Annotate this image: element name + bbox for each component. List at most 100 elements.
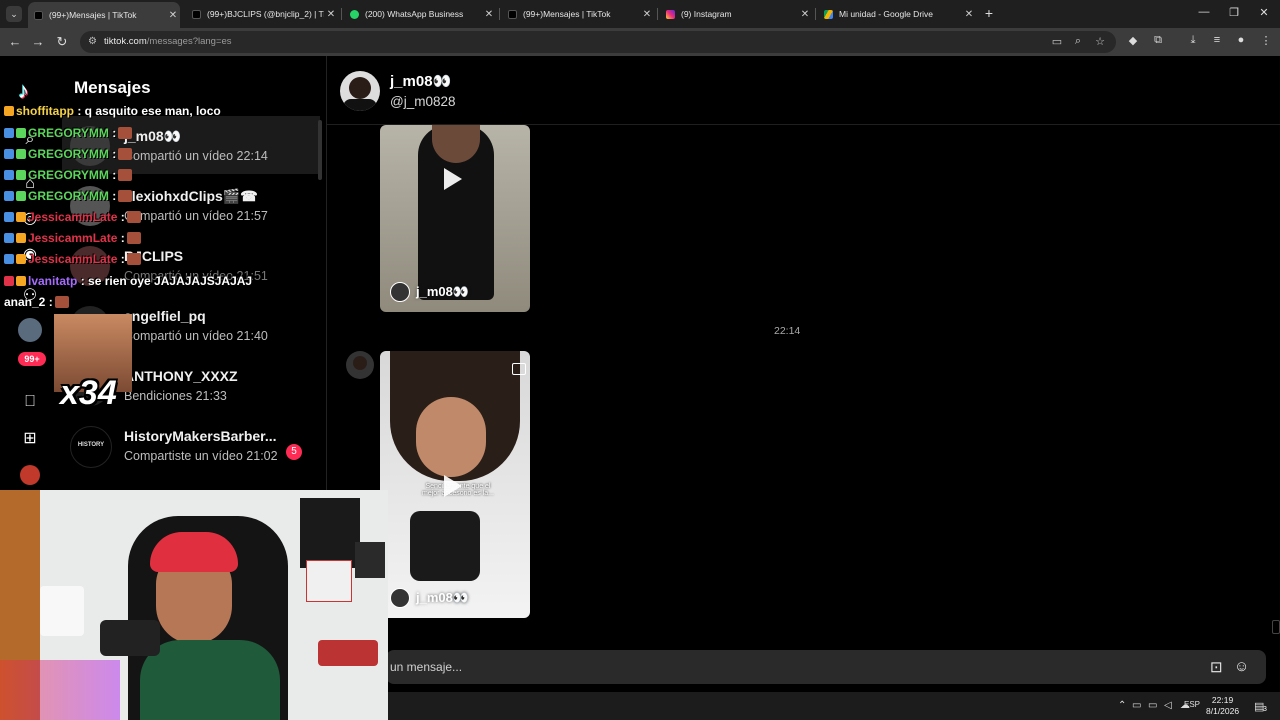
volume-icon[interactable]: ◁	[1164, 700, 1172, 711]
shared-video-card[interactable]: Sencillamente que el mejor accesorio es …	[380, 351, 530, 618]
badge-icon	[4, 212, 14, 222]
emote-combo-counter: x34	[60, 374, 117, 412]
tab-separator	[815, 8, 816, 20]
zoom-icon[interactable]: ⌕	[1070, 35, 1086, 48]
site-info-icon[interactable]: ⚙	[88, 36, 97, 47]
download-icon[interactable]: ⤓	[1185, 34, 1201, 47]
close-tab-icon[interactable]: ✕	[962, 9, 976, 20]
bookmark-star-icon[interactable]: ☆	[1092, 35, 1108, 48]
sender-avatar[interactable]	[346, 351, 374, 379]
tab-whatsapp[interactable]: (200) WhatsApp Business ✕	[344, 2, 496, 26]
badge-icon	[16, 170, 26, 180]
scroll-down-icon[interactable]	[1272, 620, 1280, 634]
badge-icon	[4, 106, 14, 116]
tab-google-drive[interactable]: Mi unidad - Google Drive ✕	[818, 2, 976, 26]
poster-image	[306, 560, 352, 602]
stream-chat-line: JessicammLate :	[4, 210, 141, 224]
scrollbar[interactable]	[318, 120, 322, 180]
background-object	[40, 586, 84, 636]
network-icon[interactable]: ▭	[1132, 700, 1141, 711]
extension-icon[interactable]: ◆	[1125, 34, 1141, 47]
image-upload-icon[interactable]: ⊡	[1210, 658, 1223, 676]
streamer-hair	[150, 532, 238, 572]
tab-instagram[interactable]: (9) Instagram ✕	[660, 2, 812, 26]
live-avatar[interactable]	[18, 318, 42, 342]
upload-icon[interactable]: ⊞	[18, 427, 42, 451]
tab-title: (99+)BJCLIPS (@bnjclip_2) | TikT	[207, 9, 324, 19]
badge-icon	[4, 254, 14, 264]
menu-kebab-icon[interactable]: ⋮	[1258, 34, 1274, 47]
cast-icon[interactable]: ▭	[1049, 35, 1065, 48]
tab-search-icon[interactable]: ⌄	[6, 6, 22, 22]
conversation-item[interactable]: alexiohxdClips🎬☎ Compartió un vídeo 21:5…	[62, 176, 320, 234]
video-thumbnail-face	[416, 397, 486, 477]
chat-header: j_m08👀 @j_m0828	[327, 56, 1280, 125]
stream-chat-line: anan_2 :	[4, 295, 69, 309]
address-bar[interactable]: ⚙ tiktok.com/messages?lang=es ▭ ⌕ ☆	[80, 31, 1116, 53]
minimize-icon[interactable]: —	[1194, 6, 1214, 18]
profile-avatar[interactable]	[20, 465, 40, 485]
stream-chat-line: GREGORYMM :	[4, 168, 133, 182]
language-indicator[interactable]: ESP	[1184, 700, 1200, 709]
conversation-name: j_m08👀	[124, 128, 182, 144]
camera-object	[410, 511, 480, 581]
play-icon[interactable]	[444, 168, 462, 190]
chat-avatar[interactable]	[340, 71, 380, 111]
new-tab-button[interactable]: +	[980, 4, 998, 22]
reading-list-icon[interactable]: ≡	[1209, 34, 1225, 46]
profile-icon[interactable]: ●	[1233, 34, 1249, 46]
owner-avatar	[390, 588, 410, 608]
restore-icon[interactable]: ❐	[1224, 6, 1244, 19]
messages-icon[interactable]: ⎕	[18, 390, 42, 414]
microphone	[100, 620, 160, 656]
conversation-item[interactable]: j_m08👀 Compartió un vídeo 22:14	[62, 116, 320, 174]
tiktok-logo-icon[interactable]: ♪	[18, 78, 29, 104]
rgb-lights	[0, 660, 120, 720]
poster-image	[355, 542, 385, 578]
badge-icon	[16, 233, 26, 243]
emote-icon	[118, 169, 133, 181]
emote-icon	[126, 211, 141, 223]
tab-title: (200) WhatsApp Business	[365, 9, 464, 19]
conversation-preview: Compartió un vídeo 21:40	[124, 329, 268, 343]
stream-chat-line: GREGORYMM :	[4, 189, 133, 203]
close-tab-icon[interactable]: ✕	[166, 10, 180, 21]
url-text: tiktok.com/messages?lang=es	[104, 36, 232, 47]
chat-user-name[interactable]: j_m08👀	[390, 72, 451, 90]
drive-icon	[824, 9, 833, 19]
emote-icon	[54, 296, 69, 308]
back-icon[interactable]: ←	[6, 33, 24, 51]
tab-bjclips[interactable]: (99+)BJCLIPS (@bnjclip_2) | TikT ✕	[186, 2, 338, 26]
emoji-icon[interactable]: ☺	[1234, 658, 1249, 675]
reload-icon[interactable]: ↻	[53, 33, 71, 51]
tab-tiktok-messages[interactable]: (99+)Mensajes | TikTok ✕	[28, 2, 180, 28]
shared-video-card[interactable]: j_m08👀	[380, 125, 530, 312]
conversation-item[interactable]: HISTORY HistoryMakersBarber... Compartis…	[62, 416, 320, 474]
close-tab-icon[interactable]: ✕	[640, 9, 654, 20]
tab-tiktok-messages-2[interactable]: (99+)Mensajes | TikTok ✕	[502, 2, 654, 26]
close-tab-icon[interactable]: ✕	[482, 9, 496, 20]
tab-title: (99+)Mensajes | TikTok	[523, 9, 611, 19]
message-composer[interactable]: un mensaje... ⊡ ☺	[386, 650, 1266, 684]
system-clock[interactable]: 22:19 8/1/2026	[1206, 695, 1239, 717]
badge-icon	[4, 191, 14, 201]
badge-icon	[16, 212, 26, 222]
whatsapp-icon	[350, 9, 359, 19]
page-title: Mensajes	[74, 78, 151, 97]
tab-separator	[499, 8, 500, 20]
message-input[interactable]: un mensaje...	[390, 660, 462, 674]
close-tab-icon[interactable]: ✕	[798, 9, 812, 20]
battery-icon[interactable]: ▭	[1148, 700, 1157, 711]
forward-icon[interactable]: →	[29, 33, 47, 51]
play-icon[interactable]	[444, 475, 462, 497]
emote-icon	[118, 127, 133, 139]
badge-icon	[4, 170, 14, 180]
notification-count: 3	[1263, 706, 1267, 713]
window-close-icon[interactable]: ✕	[1254, 6, 1274, 19]
notification-badge: 99+	[18, 352, 46, 366]
close-tab-icon[interactable]: ✕	[324, 9, 338, 20]
chevron-up-icon[interactable]: ⌃	[1118, 700, 1126, 711]
conversation-preview: Compartió un vídeo 21:57	[124, 209, 268, 223]
extensions-puzzle-icon[interactable]: ⧉	[1150, 34, 1166, 47]
badge-icon	[4, 233, 14, 243]
